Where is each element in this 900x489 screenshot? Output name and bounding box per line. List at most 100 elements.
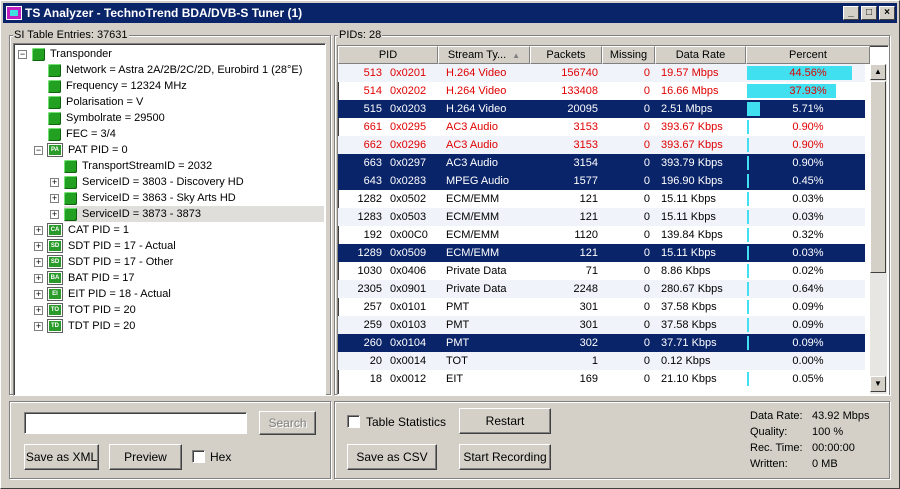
si-tree[interactable]: − Transponder Network = Astra 2A/2B/2C/2D,… [13,43,326,396]
tree-node[interactable]: ServiceID = 3803 - Discovery HD [64,174,244,190]
cell-percent: 0.64% [792,283,824,295]
save-as-csv-button[interactable]: Save as CSV [347,444,437,470]
table-row[interactable]: 1289 0x0509 ECM/EMM 121 0 15.11 Kbps 0.03% [338,244,865,262]
tree-expander[interactable]: + [34,226,43,235]
tree-node[interactable]: CA CAT PID = 1 [47,222,129,238]
cell-rate: 280.67 Kbps [661,283,723,295]
table-row[interactable]: 20 0x0014 TOT 1 0 0.12 Kbps 0.00% [338,352,865,370]
table-row[interactable]: 515 0x0203 H.264 Video 20095 0 2.51 Mbps 5.71% [338,100,865,118]
cell-pid: 18 [369,373,382,385]
column-header[interactable]: Stream Ty... ▲ [438,46,530,64]
preview-button[interactable]: Preview [109,444,182,470]
hex-checkbox[interactable] [192,450,205,463]
tree-node[interactable]: Polarisation = V [48,94,143,110]
column-header[interactable]: Percent [746,46,870,64]
tree-expander[interactable]: + [34,290,43,299]
table-row[interactable]: 1283 0x0503 ECM/EMM 121 0 15.11 Kbps 0.03% [338,208,865,226]
tree-node[interactable]: PA PAT PID = 0 [47,142,128,158]
tree-expander[interactable]: + [50,194,59,203]
tree-expander[interactable]: + [50,178,59,187]
column-header[interactable]: Data Rate [655,46,746,64]
minimize-button[interactable]: _ [843,6,859,20]
close-button[interactable]: × [879,6,895,20]
tree-node[interactable]: TD TDT PID = 20 [47,318,135,334]
written-value: 0 MB [812,458,838,470]
cell-hex: 0x0101 [390,301,427,313]
tree-expander[interactable]: − [18,50,27,59]
table-row[interactable]: 1282 0x0502 ECM/EMM 121 0 15.11 Kbps 0.03% [338,190,865,208]
cell-pid: 1283 [357,211,382,223]
maximize-button[interactable]: □ [861,6,877,20]
tree-expander[interactable]: + [34,306,43,315]
tree-node[interactable]: EI EIT PID = 18 - Actual [47,286,171,302]
title-bar[interactable]: TS Analyzer - TechnoTrend BDA/DVB-S Tune… [3,3,897,23]
scroll-up-button[interactable]: ▲ [870,64,886,80]
start-recording-button[interactable]: Start Recording [459,444,551,470]
tree-node[interactable]: SD SDT PID = 17 - Other [47,254,173,270]
table-row[interactable]: 257 0x0101 PMT 301 0 37.58 Kbps 0.09% [338,298,865,316]
green-cube-icon [48,79,61,93]
main-window: TS Analyzer - TechnoTrend BDA/DVB-S Tune… [0,0,900,489]
tree-node-label: ServiceID = 3803 - Discovery HD [82,176,244,188]
cell-type: Private Data [446,265,507,277]
table-row[interactable]: 663 0x0297 AC3 Audio 3154 0 393.79 Kbps 0.90% [338,154,865,172]
table-row[interactable]: 260 0x0104 PMT 302 0 37.71 Kbps 0.09% [338,334,865,352]
restart-button[interactable]: Restart [459,408,551,434]
cell-rate: 139.84 Kbps [661,229,723,241]
scroll-thumb[interactable] [870,81,886,273]
table-row[interactable]: 514 0x0202 H.264 Video 133408 0 16.66 Mbps 37.… [338,82,865,100]
tree-node-label: Symbolrate = 29500 [66,112,165,124]
column-header[interactable]: Packets [530,46,602,64]
tree-expander[interactable]: + [34,274,43,283]
table-row[interactable]: 661 0x0295 AC3 Audio 3153 0 393.67 Kbps 0.90% [338,118,865,136]
search-button[interactable]: Search [259,411,316,435]
pid-table[interactable]: PID Stream Ty... ▲ Packets Missing Data Rate P… [337,45,889,395]
table-row[interactable]: 259 0x0103 PMT 301 0 37.58 Kbps 0.09% [338,316,865,334]
vertical-scrollbar[interactable]: ▲ ▼ [870,64,887,394]
tree-node[interactable]: Network = Astra 2A/2B/2C/2D, Eurobird 1 … [48,62,302,78]
cell-type: Private Data [446,283,507,295]
table-statistics-checkbox[interactable] [347,415,360,428]
cell-hex: 0x0297 [390,157,427,169]
tree-node[interactable]: SD SDT PID = 17 - Actual [47,238,176,254]
tree-expander[interactable]: + [34,242,43,251]
table-row[interactable]: 192 0x00C0 ECM/EMM 1120 0 139.84 Kbps 0.32% [338,226,865,244]
scroll-down-button[interactable]: ▼ [870,376,886,392]
cell-missing: 0 [643,121,650,133]
search-input[interactable] [24,412,247,434]
table-row[interactable]: 18 0x0012 EIT 169 0 21.10 Kbps 0.05% [338,370,865,388]
save-as-xml-button[interactable]: Save as XML [24,444,99,470]
tree-node[interactable]: FEC = 3/4 [48,126,116,142]
tree-node[interactable]: TransportStreamID = 2032 [64,158,212,174]
tree-expander[interactable]: − [34,146,43,155]
table-row[interactable]: 643 0x0283 MPEG Audio 1577 0 196.90 Kbps 0.45% [338,172,865,190]
cell-type: ECM/EMM [446,229,500,241]
cell-missing: 0 [643,85,650,97]
tree-expander[interactable]: + [34,322,43,331]
cell-type: PMT [446,301,470,313]
tree-expander[interactable]: + [50,210,59,219]
column-header[interactable]: PID [338,46,438,64]
cell-pid: 260 [363,337,382,349]
data-rate-label: Data Rate: [750,410,803,422]
cell-missing: 0 [643,337,650,349]
table-icon: BA [47,271,63,285]
table-row[interactable]: 662 0x0296 AC3 Audio 3153 0 393.67 Kbps 0.90% [338,136,865,154]
tree-node[interactable]: Frequency = 12324 MHz [48,78,187,94]
cell-missing: 0 [643,157,650,169]
sort-arrow-icon: ▲ [512,51,521,60]
table-row[interactable]: 1030 0x0406 Private Data 71 0 8.86 Kbps 0.02% [338,262,865,280]
tree-node[interactable]: ServiceID = 3863 - Sky Arts HD [64,190,236,206]
tree-expander[interactable]: + [34,258,43,267]
tree-node[interactable]: TO TOT PID = 20 [47,302,136,318]
tree-node[interactable]: BA BAT PID = 17 [47,270,135,286]
tree-node[interactable]: Symbolrate = 29500 [48,110,165,126]
cell-rate: 196.90 Kbps [661,175,723,187]
column-header[interactable]: Missing [602,46,655,64]
table-row[interactable]: 2305 0x0901 Private Data 2248 0 280.67 Kbps 0.… [338,280,865,298]
tree-node[interactable]: ServiceID = 3873 - 3873 [64,206,324,222]
cell-percent: 0.09% [792,337,824,349]
tree-node[interactable]: Transponder [32,46,112,62]
table-row[interactable]: 513 0x0201 H.264 Video 156740 0 19.57 Mbps 44.… [338,64,865,82]
cell-missing: 0 [643,211,650,223]
